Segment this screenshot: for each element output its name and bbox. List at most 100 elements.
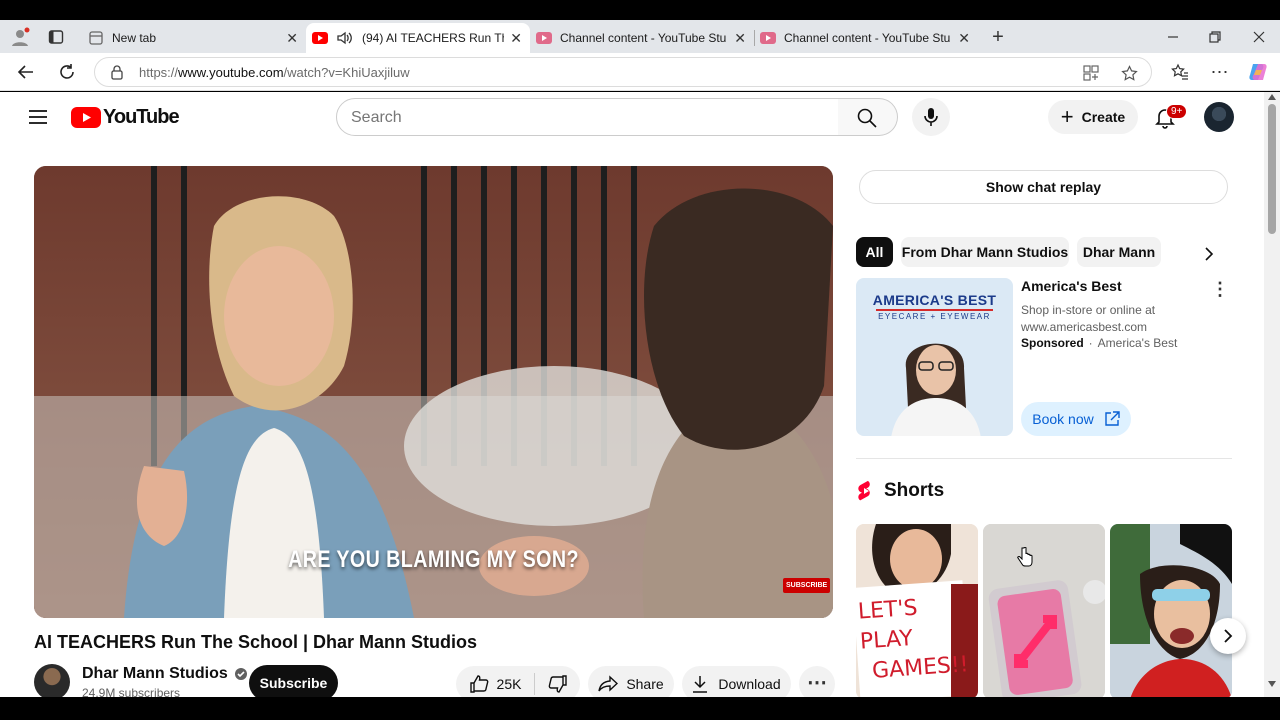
close-tab-icon[interactable]: ✕	[510, 30, 522, 47]
chip-from-dhar-mann-studios[interactable]: From Dhar Mann Studios	[901, 237, 1069, 267]
scroll-down-arrow-icon[interactable]	[1268, 681, 1276, 687]
short-thumbnail-1[interactable]: LET'S PLAY GAMES!!	[856, 524, 978, 697]
dislike-button[interactable]	[535, 666, 580, 697]
mouse-cursor-icon	[1017, 546, 1033, 568]
ad-logo-line1: AMERICA'S BEST	[872, 292, 997, 308]
chevron-right-icon	[1220, 628, 1236, 644]
tab-youtube-studio-1[interactable]: Channel content - YouTube Studio ✕	[530, 23, 754, 53]
share-label: Share	[626, 676, 664, 692]
page-scrollbar[interactable]	[1264, 92, 1280, 697]
like-count: 25K	[496, 676, 522, 692]
subscribe-watermark[interactable]: SUBSCRIBE	[783, 578, 831, 593]
ad-logo-line2: EYECARE + EYEWEAR	[878, 312, 991, 321]
like-dislike-group: 25K	[456, 666, 580, 697]
scroll-up-arrow-icon[interactable]	[1268, 94, 1276, 100]
channel-name[interactable]: Dhar Mann Studios	[82, 665, 228, 683]
download-icon	[693, 676, 708, 693]
ad-thumbnail[interactable]: AMERICA'S BEST EYECARE + EYEWEAR	[856, 278, 1013, 436]
search-button[interactable]	[838, 98, 898, 136]
voice-search-button[interactable]	[912, 98, 950, 136]
plus-icon: +	[1060, 104, 1074, 129]
download-button[interactable]: Download	[682, 666, 791, 697]
hamburger-menu-icon[interactable]	[24, 105, 52, 129]
url-text: https://www.youtube.com/watch?v=KhiUaxji…	[139, 65, 410, 80]
video-caption: ARE YOU BLAMING MY SON?	[288, 546, 579, 573]
youtube-studio-favicon-icon	[536, 32, 552, 44]
browser-tab-strip: New tab ✕ (94) AI TEACHERS Run The Schoo…	[0, 20, 1280, 53]
shorts-header: Shorts	[856, 480, 944, 502]
tab-title: (94) AI TEACHERS Run The School | Dhar M…	[362, 31, 504, 45]
close-tab-icon[interactable]: ✕	[286, 30, 298, 47]
tab-title: New tab	[112, 31, 157, 45]
lock-icon[interactable]	[109, 64, 125, 80]
account-avatar[interactable]	[1204, 102, 1234, 132]
browser-toolbar: https://www.youtube.com/watch?v=KhiUaxji…	[0, 53, 1280, 91]
close-tab-icon[interactable]: ✕	[958, 30, 970, 47]
sponsored-label: Sponsored	[1021, 336, 1084, 350]
advertiser-name: America's Best	[1097, 336, 1178, 350]
scrollbar-thumb[interactable]	[1268, 104, 1276, 234]
ad-more-vertical-icon[interactable]: ⋮	[1210, 278, 1230, 300]
subscribe-button[interactable]: Subscribe	[249, 665, 338, 697]
copilot-icon[interactable]	[1246, 61, 1270, 83]
more-actions-button[interactable]: ⋯	[799, 666, 835, 697]
youtube-page: YouTube Search + Create 9+ ARE YOU BLAMI…	[0, 92, 1264, 697]
thumbs-up-icon	[469, 675, 488, 693]
search-icon	[856, 107, 878, 129]
like-button[interactable]: 25K	[456, 666, 534, 697]
thumbs-down-icon	[548, 675, 567, 693]
logo-text: YouTube	[103, 106, 180, 128]
audio-playing-icon[interactable]	[336, 30, 354, 46]
tab-youtube-studio-2[interactable]: Channel content - YouTube Studio ✕	[754, 23, 978, 53]
youtube-studio-favicon-icon	[760, 32, 776, 44]
short-thumbnail-image	[1110, 524, 1232, 697]
show-chat-replay-button[interactable]: Show chat replay	[859, 170, 1228, 204]
create-button[interactable]: + Create	[1048, 100, 1138, 134]
tab-actions-icon[interactable]	[44, 26, 68, 48]
minimize-icon[interactable]	[1160, 26, 1186, 48]
channel-avatar[interactable]	[34, 664, 70, 697]
ad-title[interactable]: America's Best	[1021, 278, 1122, 294]
chevron-right-icon[interactable]	[1196, 242, 1222, 266]
more-options-icon[interactable]: ⋯	[1208, 61, 1232, 83]
favorite-star-icon[interactable]	[1119, 63, 1139, 83]
video-title: AI TEACHERS Run The School | Dhar Mann S…	[34, 632, 478, 652]
refresh-icon[interactable]	[55, 61, 79, 83]
ad-sponsored-row: Sponsored · America's Best	[1021, 336, 1178, 350]
book-now-button[interactable]: Book now	[1021, 402, 1131, 436]
ad-description: Shop in-store or online at www.americasb…	[1021, 302, 1155, 336]
shorts-next-button[interactable]	[1210, 618, 1246, 654]
short-thumbnail-image	[983, 524, 1105, 697]
short-thumbnail-3[interactable]	[1110, 524, 1232, 697]
close-tab-icon[interactable]: ✕	[734, 30, 746, 47]
restore-icon[interactable]	[1202, 26, 1228, 48]
new-tab-plus-icon[interactable]: +	[986, 26, 1010, 48]
back-icon[interactable]	[14, 61, 38, 83]
share-button[interactable]: Share	[588, 666, 674, 697]
chip-all[interactable]: All	[856, 237, 893, 267]
shorts-logo-icon	[858, 480, 870, 501]
short-1-handwritten-text: LET'S PLAY GAMES!!	[857, 595, 970, 684]
youtube-logo-icon	[71, 107, 101, 128]
short-thumbnail-2[interactable]	[983, 524, 1105, 697]
create-label: Create	[1081, 109, 1126, 125]
tab-title: Channel content - YouTube Studio	[784, 31, 950, 45]
share-icon	[598, 675, 619, 692]
address-bar[interactable]: https://www.youtube.com/watch?v=KhiUaxji…	[94, 57, 1152, 87]
ad-person-image	[891, 343, 981, 436]
youtube-logo[interactable]: YouTube	[71, 106, 180, 129]
close-window-icon[interactable]	[1246, 26, 1272, 48]
tab-youtube-video[interactable]: (94) AI TEACHERS Run The School | Dhar M…	[306, 23, 530, 53]
external-link-icon	[1105, 411, 1120, 426]
apps-available-icon[interactable]	[1081, 63, 1101, 83]
tab-new-tab[interactable]: New tab ✕	[82, 23, 306, 53]
search-input[interactable]: Search	[336, 98, 839, 136]
notification-badge: 9+	[1166, 104, 1188, 119]
video-player[interactable]: ARE YOU BLAMING MY SON? SUBSCRIBE	[34, 166, 833, 618]
search-placeholder: Search	[351, 109, 402, 126]
chip-dhar-mann[interactable]: Dhar Mann	[1077, 237, 1161, 267]
profile-icon[interactable]	[8, 26, 32, 48]
download-label: Download	[718, 676, 781, 692]
favorites-icon[interactable]	[1168, 61, 1192, 83]
more-horizontal-icon: ⋯	[807, 671, 827, 694]
